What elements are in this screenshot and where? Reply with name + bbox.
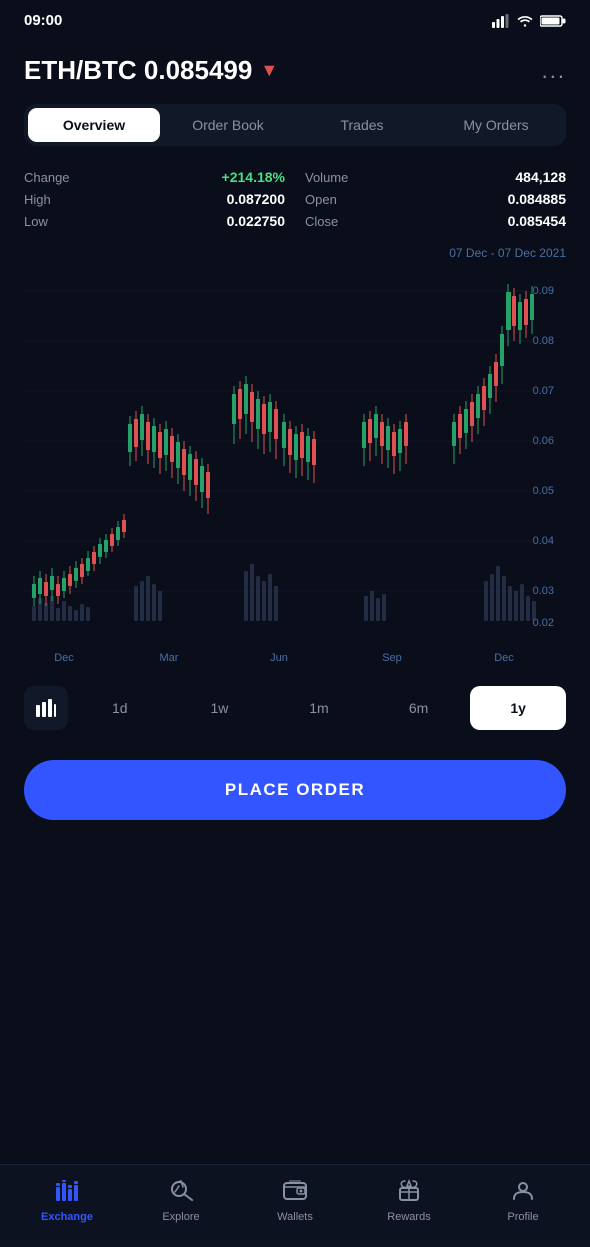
stat-change: Change +214.18% — [24, 166, 285, 188]
battery-icon — [540, 14, 566, 28]
nav-explore[interactable]: Explore — [141, 1179, 221, 1223]
timeframe-bar: 1d 1w 1m 6m 1y — [24, 676, 566, 740]
stat-high: High 0.087200 — [24, 188, 285, 210]
timeframe-1w[interactable]: 1w — [172, 686, 268, 730]
exchange-icon — [54, 1179, 80, 1207]
status-time: 09:00 — [24, 12, 62, 29]
pair-title: ETH/BTC 0.085499 ▼ — [24, 55, 278, 86]
profile-icon — [512, 1179, 534, 1207]
bar-chart-icon — [36, 699, 56, 717]
timeframe-1y[interactable]: 1y — [470, 686, 566, 730]
chart-container: 0.09 0.08 0.07 0.06 0.05 0.04 0.03 0.02 … — [24, 266, 566, 666]
tab-orderbook[interactable]: Order Book — [162, 108, 294, 142]
wifi-icon — [516, 14, 534, 28]
main-content: ETH/BTC 0.085499 ▼ ... Overview Order Bo… — [0, 37, 590, 1164]
nav-rewards[interactable]: Rewards — [369, 1179, 449, 1223]
explore-icon — [169, 1179, 193, 1207]
signal-icon — [492, 14, 510, 28]
nav-profile[interactable]: Profile — [483, 1179, 563, 1223]
tabs-container: Overview Order Book Trades My Orders — [24, 104, 566, 146]
wallets-icon — [283, 1179, 307, 1207]
status-icons — [492, 14, 566, 28]
chart-type-button[interactable] — [24, 686, 68, 730]
explore-label: Explore — [162, 1211, 199, 1223]
svg-text:Dec: Dec — [494, 652, 514, 664]
place-order-button[interactable]: PLACE ORDER — [24, 760, 566, 820]
nav-exchange[interactable]: Exchange — [27, 1179, 107, 1223]
exchange-label: Exchange — [41, 1211, 93, 1223]
nav-wallets[interactable]: Wallets — [255, 1179, 335, 1223]
profile-label: Profile — [507, 1211, 538, 1223]
price-chart: 0.09 0.08 0.07 0.06 0.05 0.04 0.03 0.02 … — [24, 266, 566, 666]
pair-arrow: ▼ — [260, 60, 278, 81]
stats-grid: Change +214.18% High 0.087200 Low 0.0227… — [24, 166, 566, 232]
timeframe-1m[interactable]: 1m — [271, 686, 367, 730]
tab-trades[interactable]: Trades — [296, 108, 428, 142]
stat-low: Low 0.022750 — [24, 210, 285, 232]
timeframe-6m[interactable]: 6m — [371, 686, 467, 730]
stats-right: Volume 484,128 Open 0.084885 Close 0.085… — [305, 166, 566, 232]
rewards-icon — [397, 1179, 421, 1207]
svg-text:Dec: Dec — [54, 652, 74, 664]
more-button[interactable]: ... — [542, 58, 566, 84]
pair-header: ETH/BTC 0.085499 ▼ ... — [24, 55, 566, 86]
stat-open: Open 0.084885 — [305, 188, 566, 210]
stats-left: Change +214.18% High 0.087200 Low 0.0227… — [24, 166, 285, 232]
tab-myorders[interactable]: My Orders — [430, 108, 562, 142]
tab-overview[interactable]: Overview — [28, 108, 160, 142]
chart-date: 07 Dec - 07 Dec 2021 — [24, 246, 566, 260]
stat-volume: Volume 484,128 — [305, 166, 566, 188]
bottom-nav: Exchange Explore Wallets — [0, 1164, 590, 1247]
svg-text:Sep: Sep — [382, 652, 402, 664]
wallets-label: Wallets — [277, 1211, 313, 1223]
timeframe-1d[interactable]: 1d — [72, 686, 168, 730]
status-bar: 09:00 — [0, 0, 590, 37]
rewards-label: Rewards — [387, 1211, 430, 1223]
stat-close: Close 0.085454 — [305, 210, 566, 232]
svg-text:Jun: Jun — [270, 652, 288, 664]
pair-name: ETH/BTC 0.085499 — [24, 55, 252, 86]
svg-text:Mar: Mar — [160, 652, 179, 664]
